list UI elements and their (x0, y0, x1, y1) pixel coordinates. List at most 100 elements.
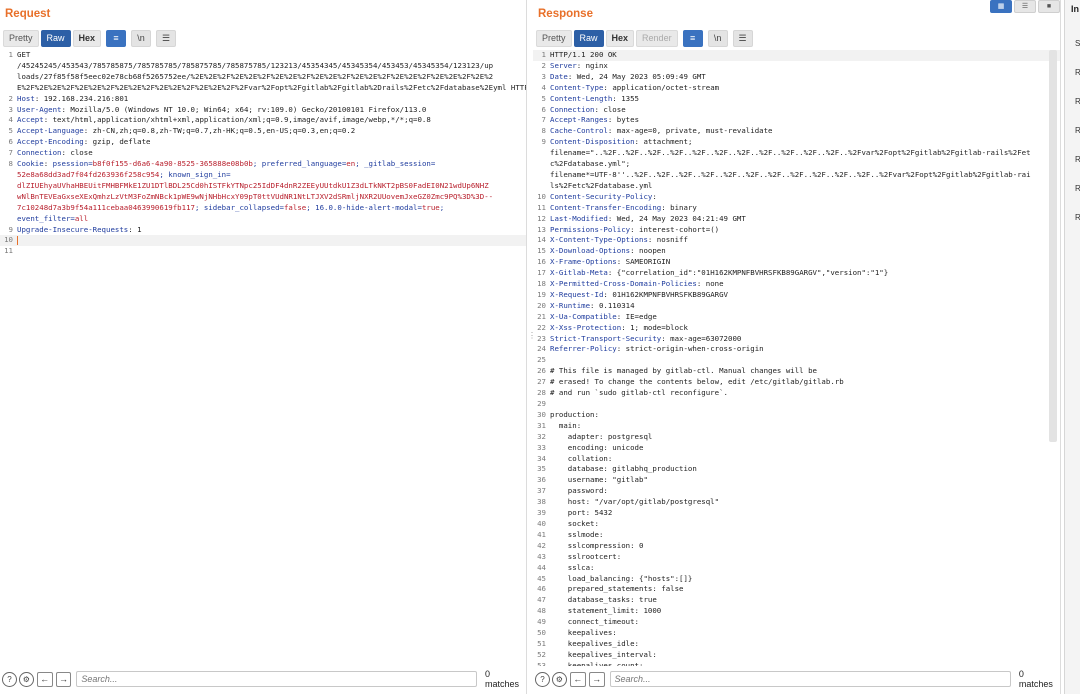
header-value: 1; mode=block (630, 322, 688, 332)
inspector-item[interactable]: R (1075, 97, 1080, 106)
forward-arrow-icon[interactable]: → (588, 671, 605, 687)
inspector-item[interactable]: R (1075, 68, 1080, 77)
tab-pretty[interactable]: Pretty (3, 29, 39, 47)
response-line: 43 sslrootcert: (533, 552, 1060, 563)
body-text: connect_timeout: (550, 617, 639, 627)
settings-gear-icon[interactable]: ⚙ (18, 671, 34, 687)
header-name: Server (550, 60, 577, 70)
menu-icon[interactable]: ☰ (156, 29, 177, 47)
body-text: sslcompression: 0 (550, 540, 644, 550)
inspector-item[interactable]: R (1075, 184, 1080, 193)
inspector-item[interactable]: R (1075, 155, 1080, 164)
response-line: 15 X-Download-Options: noopen (533, 246, 1060, 257)
code-line: 11 (4, 246, 13, 256)
settings-gear-icon[interactable]: ⚙ (551, 671, 567, 687)
help-icon[interactable]: ? (535, 671, 550, 687)
newline-toggle-icon[interactable]: \n (131, 29, 152, 47)
back-arrow-icon[interactable]: ← (569, 671, 586, 687)
header-value: nosniff (656, 235, 688, 245)
code-line: 5 Accept-Language: zh-CN,zh;q=0.8,zh-TW;q… (8, 126, 356, 136)
header-value: attachment; (643, 137, 693, 147)
single-view-icon[interactable]: ■ (1038, 0, 1060, 13)
wrap-lines-icon[interactable]: ≡ (106, 29, 127, 47)
inspector-item[interactable]: Se (1075, 39, 1080, 48)
tab-hex[interactable]: Hex (605, 29, 635, 47)
header-value: none (705, 279, 724, 289)
inspector-item[interactable]: R (1075, 213, 1080, 222)
newline-toggle-icon[interactable]: \n (707, 29, 728, 47)
line-number: 24 (537, 344, 546, 354)
code-line: 7c10248d7a3b9f54a111cebaa0463990619fb117… (17, 202, 445, 212)
body-text: filename="..%2F..%2F..%2F..%2F..%2F..%2F… (550, 148, 1031, 158)
line-number: 45 (537, 573, 546, 583)
line-number: 39 (537, 508, 546, 518)
response-title: Response (538, 8, 593, 20)
tab-raw[interactable]: Raw (40, 29, 71, 47)
line-number: 15 (537, 246, 546, 256)
response-line: 53 keepalives_count: (533, 661, 1060, 666)
request-match-count: 0 matches (484, 669, 519, 689)
response-line: 17 X-Gitlab-Meta: {"correlation_id":"01H1… (533, 268, 1060, 279)
header-value: IE=edge (625, 311, 657, 321)
code-line: 4 Accept: text/html,application/xhtml+xml… (8, 115, 431, 125)
help-icon[interactable]: ? (2, 671, 17, 687)
response-line: 50 keepalives: (533, 628, 1060, 639)
response-search-input[interactable] (609, 671, 1011, 687)
response-editor[interactable]: 1 HTTP/1.1 200 OK 2 Server: nginx 3 Date: Wed… (533, 50, 1060, 666)
line-number: 28 (537, 388, 546, 398)
line-number: 3 (541, 71, 546, 81)
request-editor[interactable]: 1 GET /45245245/453543/785785875/78578578… (0, 50, 526, 666)
response-line: filename="..%2F..%2F..%2F..%2F..%2F..%2F… (533, 148, 1060, 159)
line-number: 16 (537, 257, 546, 267)
body-text: sslmode: (550, 529, 604, 539)
header-value: binary (670, 202, 697, 212)
header-name: X-Content-Type-Options (550, 235, 648, 245)
response-line: 42 sslcompression: 0 (533, 541, 1060, 552)
request-pane: Request Pretty Raw Hex ≡ \n ☰ 1 GET /4524… (0, 0, 527, 694)
response-line: 30 production: (533, 410, 1060, 421)
line-number: 14 (537, 235, 546, 245)
header-value: interest-cohort=() (639, 224, 720, 234)
tab-pretty[interactable]: Pretty (536, 29, 572, 47)
body-text: filename*=UTF-8''..%2F..%2F..%2F..%2F..%… (550, 169, 1031, 179)
line-number: 17 (537, 268, 546, 278)
tab-hex[interactable]: Hex (72, 29, 102, 47)
header-value: bytes (616, 115, 640, 125)
line-number: 7 (541, 115, 546, 125)
request-search-input[interactable] (76, 671, 477, 687)
line-number: 26 (537, 366, 546, 376)
forward-arrow-icon[interactable]: → (55, 671, 72, 687)
response-line: 36 username: "gitlab" (533, 475, 1060, 486)
header-value: strict-origin-when-cross-origin (625, 344, 764, 354)
back-arrow-icon[interactable]: ← (36, 671, 53, 687)
header-name: X-Download-Options (550, 246, 631, 256)
split-horizontal-view-icon[interactable]: ▦ (990, 0, 1012, 13)
code-line: E%2F%2E%2E%2F%2E%2E%2F%2E%2E%2F%2E%2E%2F… (17, 82, 526, 92)
line-number: 19 (537, 289, 546, 299)
tab-raw[interactable]: Raw (573, 29, 604, 47)
body-text: adapter: postgresql (550, 431, 653, 441)
response-scrollbar[interactable] (1049, 50, 1057, 442)
response-line: 38 host: "/var/opt/gitlab/postgresql" (533, 497, 1060, 508)
response-pane: Response Pretty Raw Hex Render ≡ \n ☰ 1H… (533, 0, 1061, 694)
line-number: 22 (537, 322, 546, 332)
response-match-count: 0 matches (1018, 669, 1053, 689)
line-number: 1 (8, 50, 13, 59)
line-number: 27 (537, 377, 546, 387)
header-value: noopen (639, 246, 666, 256)
line-number: 21 (537, 311, 546, 321)
split-vertical-view-icon[interactable]: ☰ (1014, 0, 1036, 13)
response-line: 28 # and run `sudo gitlab-ctl reconfigure… (533, 388, 1060, 399)
header-name: Content-Length (550, 93, 613, 103)
line-number: 6 (541, 104, 546, 114)
body-text: keepalives_interval: (550, 649, 657, 659)
response-line: 34 collation: (533, 454, 1060, 465)
inspector-item[interactable]: R (1075, 126, 1080, 135)
menu-icon[interactable]: ☰ (732, 29, 753, 47)
tab-render[interactable]: Render (636, 29, 678, 47)
header-value: Wed, 24 May 2023 04:21:49 GMT (616, 213, 746, 223)
line-number: 25 (537, 355, 546, 365)
response-line: 26 # This file is managed by gitlab-ctl. … (533, 366, 1060, 377)
wrap-lines-icon[interactable]: ≡ (682, 29, 703, 47)
code-line-current: 10 (0, 235, 526, 247)
